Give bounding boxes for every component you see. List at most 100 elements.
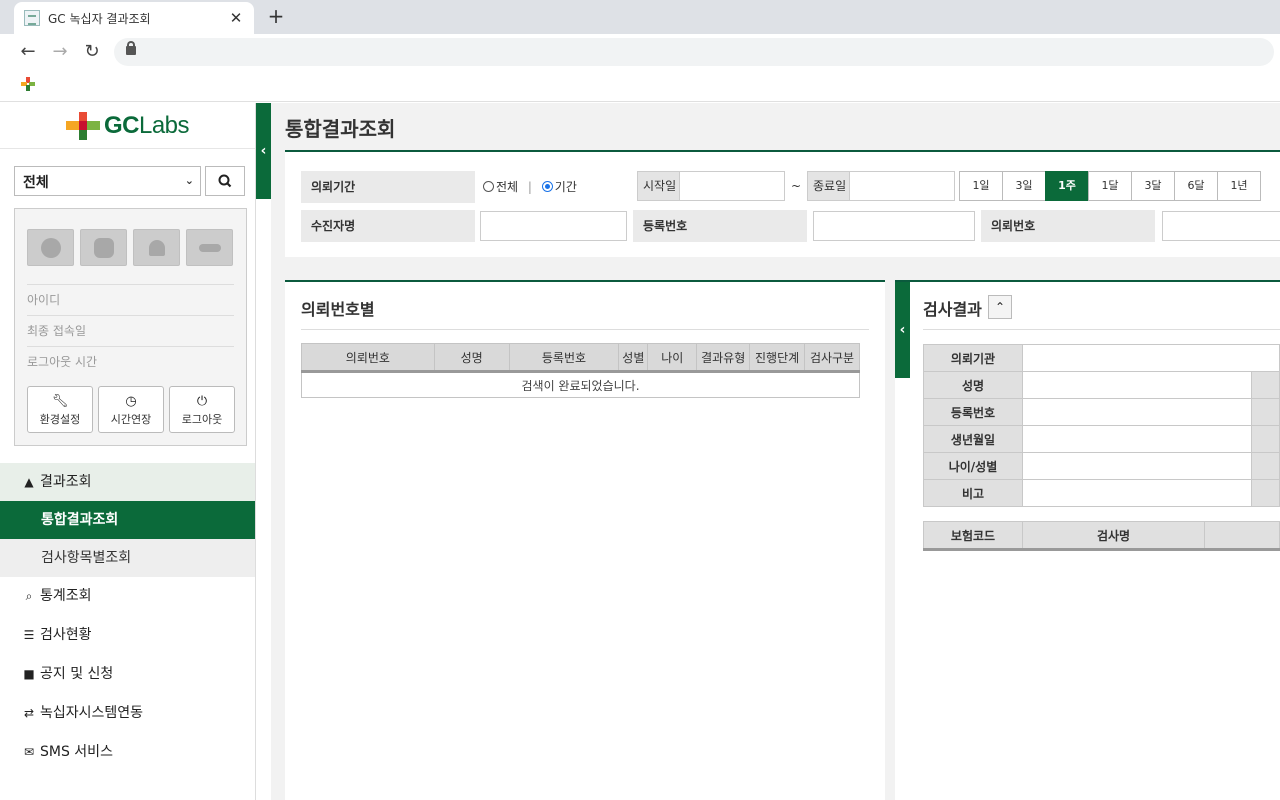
gear-icon [93, 237, 114, 258]
nav-item-sms[interactable]: ✉︎ SMS 서비스 [0, 733, 255, 772]
last-login-label: 최종 접속일 [27, 315, 234, 346]
registration-number-label: 등록번호 [633, 210, 807, 242]
col-request-number[interactable]: 의뢰번호 [301, 343, 435, 373]
lock-icon [126, 41, 136, 55]
browser-tab[interactable]: GC 녹십자 결과조회 ✕ [14, 2, 254, 34]
nav-item-test-status[interactable]: ☰ 검사현황 [0, 616, 255, 655]
start-date-input[interactable] [679, 171, 785, 201]
nav-item-label: 검사현황 [40, 627, 92, 643]
search-filter: 의뢰기간 전체 | 기간 시작일 ~ 종료일 1일 3일 1주 1달 3달 6달… [285, 152, 1280, 257]
request-table: 의뢰번호 성명 등록번호 성별 나이 결과유형 진행단계 검사구분 검색이 완료… [301, 343, 860, 398]
address-bar[interactable] [114, 38, 1274, 66]
empty-result-message: 검색이 완료되었습니다. [301, 371, 860, 398]
request-list-panel: 의뢰번호별 의뢰번호 성명 등록번호 성별 나이 결과유형 진행단계 검사구분 … [285, 280, 885, 800]
browser-toolbar: ← → ↻ [0, 34, 1280, 70]
scope-select[interactable]: 전체 ⌄ [14, 166, 201, 196]
period-1month-button[interactable]: 1달 [1088, 171, 1132, 201]
info-row-age-gender: 나이/성별 [923, 452, 1280, 480]
search-icon: ⌕ [25, 589, 33, 603]
test-result-panel: ‹ 검사결과 ⌃ 의뢰기관 성명 등록번호 생년월일 나이/성별 비고 보험코드… [895, 280, 1280, 800]
patient-name-input[interactable] [480, 211, 627, 241]
period-3month-button[interactable]: 3달 [1131, 171, 1175, 201]
logout-button[interactable]: ⏻ 로그아웃 [169, 386, 235, 433]
panel-divider [301, 329, 869, 330]
nav-item-system-link[interactable]: ⇄ 녹십자시스템연동 [0, 694, 255, 733]
info-row-registration: 등록번호 [923, 398, 1280, 426]
back-button[interactable]: ← [16, 40, 40, 64]
period-1week-button[interactable]: 1주 [1045, 171, 1089, 201]
col-registration-number[interactable]: 등록번호 [508, 343, 620, 373]
request-number-input[interactable] [1162, 211, 1280, 241]
col-name[interactable]: 성명 [433, 343, 510, 373]
logout-time-label: 로그아웃 시간 [27, 346, 234, 377]
period-radio-group: 전체 | 기간 [483, 171, 577, 203]
tab-close-icon[interactable]: ✕ [228, 9, 244, 27]
radio-period[interactable]: 기간 [541, 180, 577, 194]
start-date-tag: 시작일 [637, 171, 680, 201]
nav-item-label: 녹십자시스템연동 [40, 705, 144, 721]
panel-divider [923, 329, 1280, 330]
nav-group-label: 결과조회 [40, 474, 92, 490]
period-1day-button[interactable]: 1일 [959, 171, 1003, 201]
search-icon [218, 174, 232, 188]
user-panel: 아이디 최종 접속일 로그아웃 시간 🔧︎ 환경설정 ◷ 시간연장 ⏻ 로그아웃 [14, 208, 247, 446]
bell-icon [148, 239, 165, 256]
nav-group-results[interactable]: ▲ 결과조회 [0, 463, 255, 501]
col-gender[interactable]: 성별 [618, 343, 649, 373]
preferences-button[interactable]: 🔧︎ 환경설정 [27, 386, 93, 433]
period-6month-button[interactable]: 6달 [1174, 171, 1218, 201]
nav-item-integrated-results[interactable]: 통합결과조회 [0, 501, 255, 539]
extend-time-button[interactable]: ◷ 시간연장 [98, 386, 164, 433]
request-number-label: 의뢰번호 [981, 210, 1155, 242]
registration-number-input[interactable] [813, 211, 975, 241]
end-date-input[interactable] [849, 171, 955, 201]
test-result-title: 검사결과 [923, 300, 982, 319]
patient-info-table: 의뢰기관 성명 등록번호 생년월일 나이/성별 비고 [923, 344, 1280, 507]
logo-gc: GC [103, 111, 140, 139]
col-extra [1204, 521, 1280, 551]
col-insurance-code[interactable]: 보험코드 [923, 521, 1023, 551]
col-result-type[interactable]: 결과유형 [696, 343, 751, 373]
result-toggle-button[interactable]: ⌃ [988, 295, 1012, 319]
alert-icon [40, 237, 61, 258]
notification-button[interactable] [133, 229, 180, 266]
reload-button[interactable]: ↻ [80, 40, 104, 64]
nav-item-by-test-item[interactable]: 검사항목별조회 [0, 539, 255, 577]
page-favicon-icon [24, 10, 40, 26]
col-test-category[interactable]: 검사구분 [804, 343, 860, 373]
period-3day-button[interactable]: 3일 [1002, 171, 1046, 201]
sidebar-collapse-button[interactable]: ‹ [256, 103, 271, 199]
settings-button[interactable] [80, 229, 127, 266]
alert-button[interactable] [27, 229, 74, 266]
chevron-up-icon: ⌃ [994, 300, 1006, 314]
col-test-name[interactable]: 검사명 [1022, 521, 1205, 551]
search-button[interactable] [205, 166, 245, 196]
end-date-tag: 종료일 [807, 171, 850, 201]
nav-item-label: SMS 서비스 [40, 744, 113, 760]
col-progress-stage[interactable]: 진행단계 [749, 343, 806, 373]
period-1year-button[interactable]: 1년 [1217, 171, 1261, 201]
nav-item-statistics[interactable]: ⌕ 통계조회 [0, 577, 255, 616]
result-panel-collapse-button[interactable]: ‹ [895, 282, 910, 378]
request-list-title: 의뢰번호별 [301, 300, 375, 319]
radio-all[interactable]: 전체 [483, 180, 518, 194]
main-content: 통합결과조회 의뢰기간 전체 | 기간 시작일 ~ 종료일 1일 3일 1주 1… [271, 103, 1280, 800]
list-icon: ☰ [23, 628, 35, 642]
gc-labs-logo[interactable]: GCLabs [0, 103, 255, 149]
nav-item-notice[interactable]: ■ 공지 및 신청 [0, 655, 255, 694]
gc-bookmark-icon[interactable] [20, 76, 36, 92]
key-icon [198, 243, 221, 252]
wrench-icon: 🔧︎ [51, 394, 69, 409]
date-range-tilde: ~ [791, 179, 802, 193]
chevron-left-icon: ‹ [899, 322, 906, 338]
gc-cross-logo-icon [65, 111, 100, 140]
col-age[interactable]: 나이 [647, 343, 698, 373]
sidebar-nav: ▲ 결과조회 통합결과조회 검사항목별조회 ⌕ 통계조회 ☰ 검사현황 ■ 공지 및 신… [0, 463, 255, 772]
logout-label: 로그아웃 [181, 413, 223, 426]
new-tab-button[interactable]: + [264, 4, 288, 28]
info-row-institution: 의뢰기관 [923, 344, 1280, 372]
forward-button[interactable]: → [48, 40, 72, 64]
browser-tabstrip: GC 녹십자 결과조회 ✕ + [0, 0, 1280, 34]
logo-labs: Labs [138, 111, 190, 139]
password-button[interactable] [186, 229, 233, 266]
